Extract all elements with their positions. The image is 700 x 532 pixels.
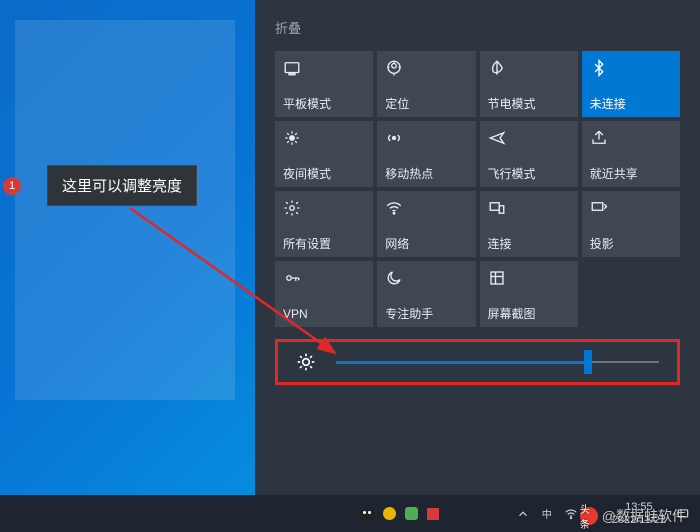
tile-location[interactable]: 定位 — [377, 51, 475, 117]
taskbar-app-flag[interactable] — [426, 507, 440, 521]
tile-nearby-share[interactable]: 就近共享 — [582, 121, 680, 187]
tray-ime-icon[interactable]: 中 — [540, 507, 554, 521]
quick-action-tiles: 平板模式 定位 节电模式 未连接夜间模式 移动热点 飞行模式 就近共享所有设置 网络 连接 投影 V… — [275, 51, 680, 327]
tile-label: 平板模式 — [283, 97, 365, 111]
leaf-icon — [488, 57, 570, 79]
watermark: 头条 @数据蛙软件 — [580, 506, 686, 526]
location-icon — [385, 57, 467, 79]
tile-label: 节电模式 — [488, 97, 570, 111]
wifi-icon — [385, 197, 467, 219]
sun-dot-icon — [283, 127, 365, 149]
taskbar-app-qq[interactable] — [360, 507, 374, 521]
annotation-text: 这里可以调整亮度 — [47, 165, 197, 206]
collapse-link[interactable]: 折叠 — [275, 18, 680, 37]
brightness-slider-container — [275, 339, 680, 385]
taskbar-app-wechat[interactable] — [404, 507, 418, 521]
tile-screenshot[interactable]: 屏幕截图 — [480, 261, 578, 327]
tile-label: 连接 — [488, 237, 570, 251]
bluetooth-icon — [590, 57, 672, 79]
tile-vpn[interactable]: VPN — [275, 261, 373, 327]
action-center-panel: 折叠 平板模式 定位 节电模式 未连接夜间模式 移动热点 飞行模式 就近共享所有设置 网络 连接… — [255, 0, 700, 495]
tile-hotspot[interactable]: 移动热点 — [377, 121, 475, 187]
tile-label: 就近共享 — [590, 167, 672, 181]
share-arrow-icon — [590, 127, 672, 149]
moon-icon — [385, 267, 467, 289]
hotspot-icon — [385, 127, 467, 149]
tray-wifi-icon[interactable] — [564, 507, 578, 521]
devices-icon — [488, 197, 570, 219]
tile-label: 屏幕截图 — [488, 307, 570, 321]
tile-connect[interactable]: 连接 — [480, 191, 578, 257]
snip-icon — [488, 267, 570, 289]
tile-bluetooth[interactable]: 未连接 — [582, 51, 680, 117]
tile-label: 未连接 — [590, 97, 672, 111]
vpn-icon — [283, 267, 365, 289]
tile-label: VPN — [283, 307, 365, 321]
project-icon — [590, 197, 672, 219]
tile-battery-saver[interactable]: 节电模式 — [480, 51, 578, 117]
tile-all-settings[interactable]: 所有设置 — [275, 191, 373, 257]
desktop-background — [0, 0, 255, 532]
tablet-icon — [283, 57, 365, 79]
tile-label: 飞行模式 — [488, 167, 570, 181]
tile-focus-assist[interactable]: 专注助手 — [377, 261, 475, 327]
annotation-callout: 1 这里可以调整亮度 — [3, 165, 197, 206]
tile-tablet-mode[interactable]: 平板模式 — [275, 51, 373, 117]
tile-label: 所有设置 — [283, 237, 365, 251]
watermark-logo: 头条 — [580, 507, 598, 525]
tile-label: 网络 — [385, 237, 467, 251]
gear-icon — [283, 197, 365, 219]
brightness-icon — [296, 352, 316, 372]
annotation-number: 1 — [3, 177, 21, 195]
tile-label: 专注助手 — [385, 307, 467, 321]
tile-project[interactable]: 投影 — [582, 191, 680, 257]
tile-label: 定位 — [385, 97, 467, 111]
desktop-window-outline — [15, 20, 235, 400]
brightness-slider[interactable] — [336, 353, 659, 371]
airplane-icon — [488, 127, 570, 149]
tile-label: 投影 — [590, 237, 672, 251]
tile-label: 夜间模式 — [283, 167, 365, 181]
tile-network[interactable]: 网络 — [377, 191, 475, 257]
watermark-text: @数据蛙软件 — [602, 506, 686, 526]
tile-night-light[interactable]: 夜间模式 — [275, 121, 373, 187]
tray-chevron-icon[interactable] — [516, 507, 530, 521]
tile-airplane[interactable]: 飞行模式 — [480, 121, 578, 187]
tile-label: 移动热点 — [385, 167, 467, 181]
taskbar-app-player[interactable] — [382, 507, 396, 521]
